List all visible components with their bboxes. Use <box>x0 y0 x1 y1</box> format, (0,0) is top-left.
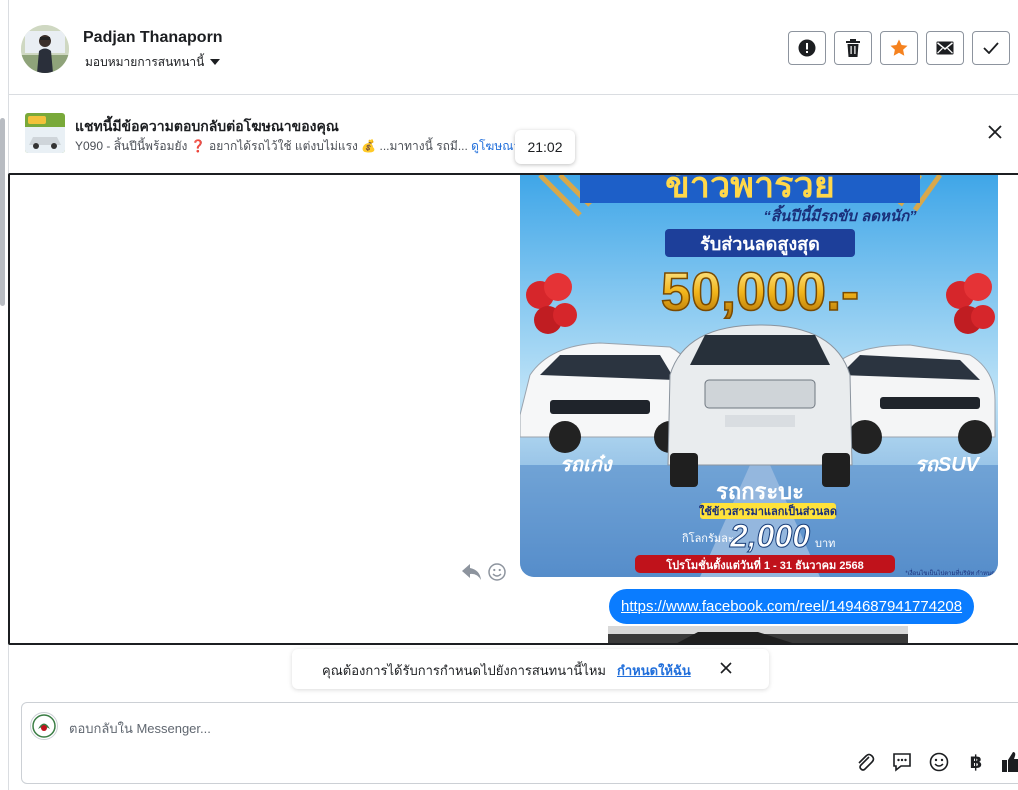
conversation-header: Padjan Thanaporn มอบหมายการสนทนานี้ <box>9 0 1018 95</box>
per-kg-label: กิโลกรัมละ <box>682 531 734 545</box>
reply-icon[interactable] <box>462 564 482 580</box>
ad-snippet: Y090 - สิ้นปีนี้พร้อมยัง ❓ อยากได้รถไว้ใ… <box>75 139 468 153</box>
reply-input[interactable]: ตอบกลับใน Messenger... <box>69 718 211 739</box>
ad-thumbnail-image <box>25 113 65 153</box>
caret-down-icon <box>210 59 221 65</box>
star-button[interactable] <box>880 31 918 65</box>
promo-period: โปรโมชั่นตั้งแต่วันที่ 1 - 31 ธันวาคม 25… <box>665 557 864 572</box>
ad-discount-label: รับส่วนลดสูงสุด <box>700 234 820 256</box>
thumbs-up-button[interactable] <box>1001 751 1018 773</box>
dismiss-assign-button[interactable] <box>720 661 732 679</box>
banner-title: แชทนี้มีข้อความตอบกลับต่อโฆษณาของคุณ <box>75 118 339 134</box>
ad-discount-amount: 50,000.- <box>661 262 859 322</box>
emoji-button[interactable] <box>927 751 951 773</box>
timestamp-tooltip: 21:02 <box>515 130 575 164</box>
link-message-bubble[interactable]: https://www.facebook.com/reel/1494687941… <box>609 589 975 624</box>
ad-image-message[interactable]: ข้าวพารวย “สิ้นปีนี้มีรถขับ ลดหนัก” รับส… <box>520 175 998 577</box>
assign-question: คุณต้องการได้รับการกำหนดไปยังการสนทนานี้… <box>322 663 606 678</box>
mark-spam-button[interactable] <box>788 31 826 65</box>
banner-subtitle: Y090 - สิ้นปีนี้พร้อมยัง ❓ อยากได้รถไว้ใ… <box>75 137 520 156</box>
page-logo-icon <box>32 714 56 738</box>
trash-icon <box>846 39 860 57</box>
payment-button[interactable]: ฿ <box>964 751 988 773</box>
envelope-icon <box>936 41 954 55</box>
saved-reply-button[interactable] <box>890 751 914 773</box>
message-thread[interactable]: ข้าวพารวย “สิ้นปีนี้มีรถขับ ลดหนัก” รับส… <box>8 173 1018 645</box>
paperclip-icon <box>858 753 875 771</box>
person-photo-icon <box>21 25 69 73</box>
contact-avatar[interactable] <box>21 25 69 73</box>
baht-icon: ฿ <box>969 751 983 772</box>
close-icon <box>988 125 1002 139</box>
star-icon <box>890 39 908 56</box>
rice-label: ใช้ข้าวสารมาแลกเป็นส่วนลด <box>699 504 837 518</box>
mark-unread-button[interactable] <box>926 31 964 65</box>
attach-button[interactable] <box>853 751 877 773</box>
assign-to-me-link[interactable]: กำหนดให้ฉัน <box>617 660 691 681</box>
page-avatar <box>30 712 58 740</box>
ad-tagline: “สิ้นปีนี้มีรถขับ ลดหนัก” <box>763 204 917 225</box>
assign-label: มอบหมายการสนทนานี้ <box>85 55 205 69</box>
saved-reply-icon <box>893 753 911 772</box>
mark-done-button[interactable] <box>972 31 1010 65</box>
contact-name[interactable]: Padjan Thanaporn <box>83 29 223 47</box>
car-left-label: รถเก๋ง <box>560 454 614 476</box>
assign-prompt: คุณต้องการได้รับการกำหนดไปยังการสนทนานี้… <box>292 649 769 689</box>
car-right-label: รถSUV <box>915 454 981 476</box>
scrollbar-thumb[interactable] <box>0 118 5 306</box>
car-center-label: รถกระบะ <box>716 479 804 504</box>
composer-tools: ฿ <box>853 751 1018 773</box>
thumbs-up-icon <box>1002 752 1018 772</box>
baht-label: บาท <box>815 538 835 550</box>
assign-dropdown[interactable]: มอบหมายการสนทนานี้ <box>85 53 221 72</box>
reel-link[interactable]: https://www.facebook.com/reel/1494687941… <box>621 598 962 615</box>
emoji-react-icon[interactable] <box>488 563 506 581</box>
per-kg-amount: 2,000 <box>729 518 810 554</box>
close-banner-button[interactable] <box>988 125 1002 144</box>
pickup-truck <box>667 324 853 487</box>
ad-thumbnail[interactable] <box>25 113 65 153</box>
delete-button[interactable] <box>834 31 872 65</box>
ad-reply-banner: แชทนี้มีข้อความตอบกลับต่อโฆษณาของคุณ Y09… <box>9 100 1018 166</box>
reel-thumbnail <box>608 626 908 643</box>
ad-headline: ข้าวพารวย <box>665 175 835 205</box>
reply-composer: ตอบกลับใน Messenger... ฿ <box>21 702 1018 784</box>
close-icon <box>720 662 732 674</box>
message-actions <box>462 563 506 581</box>
reel-preview-image[interactable] <box>608 626 908 643</box>
view-ad-link[interactable]: ดูโฆษณา <box>471 139 520 153</box>
car-promo-image: ข้าวพารวย “สิ้นปีนี้มีรถขับ ลดหนัก” รับส… <box>520 175 998 577</box>
check-icon <box>983 42 999 54</box>
emoji-icon <box>929 752 949 772</box>
spam-icon <box>798 39 816 57</box>
header-actions <box>788 31 1010 65</box>
